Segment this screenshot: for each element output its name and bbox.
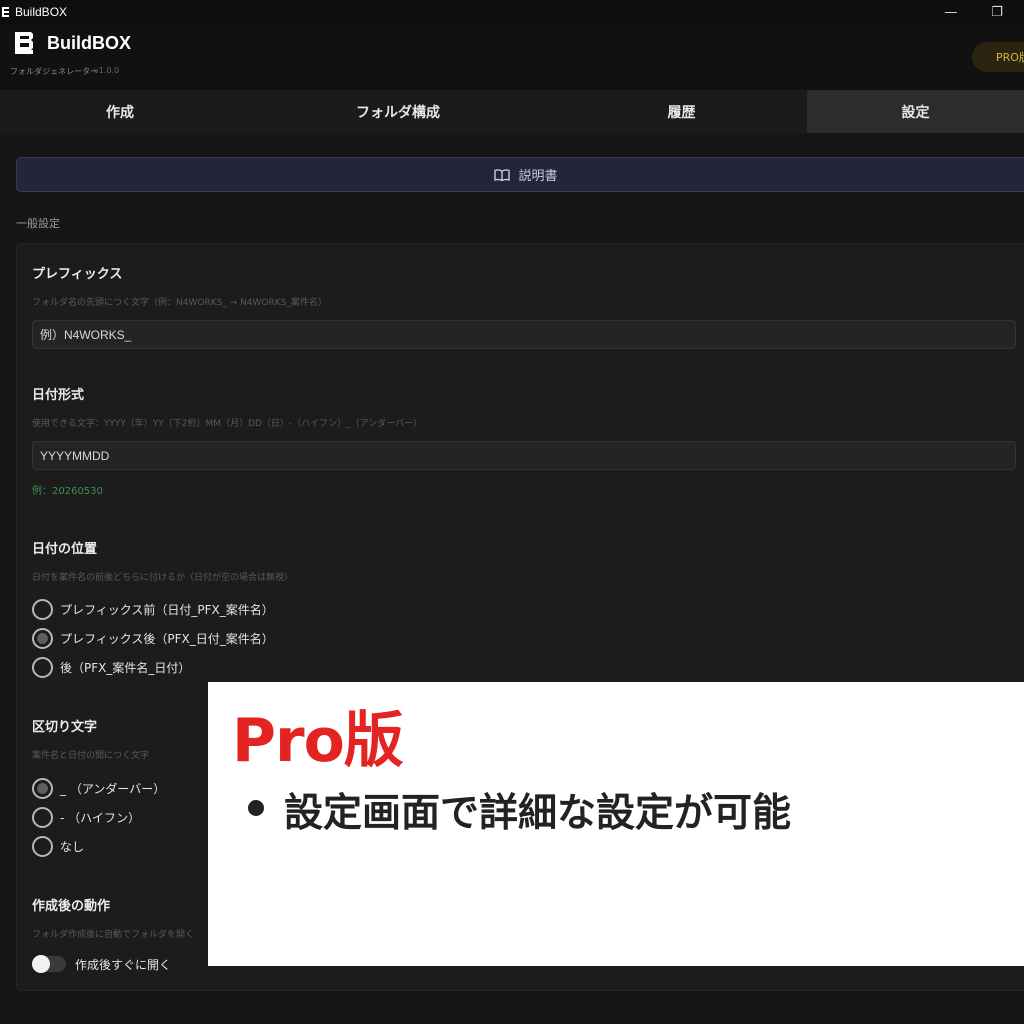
radio-label: 後（PFX_案件名_日付） (60, 660, 191, 675)
open-after-create-toggle[interactable] (32, 955, 66, 973)
bullet-dot-icon (248, 800, 264, 816)
promo-title: Pro版 (232, 706, 404, 776)
app-version: v1.0.0 (94, 66, 120, 75)
prefix-title: プレフィックス (32, 267, 123, 282)
date-position-help: 日付を案件名の前後どちらに付けるか（日付が空の場合は無視） (32, 573, 294, 583)
open-after-create-label: 作成後すぐに開く (75, 958, 172, 972)
after-create-title: 作成後の動作 (32, 899, 111, 914)
separator-option-none[interactable]: なし (32, 835, 84, 857)
radio-button-checked[interactable] (32, 777, 53, 799)
separator-option-hyphen[interactable]: - （ハイフン） (32, 806, 140, 828)
promo-bullet: 設定画面で詳細な設定が可能 (248, 782, 791, 838)
radio-label: _ （アンダーバー） (60, 781, 166, 796)
radio-label: プレフィックス後（PFX_日付_案件名） (60, 631, 274, 646)
date-format-input[interactable]: YYYYMMDD (32, 441, 1016, 470)
date-format-title: 日付形式 (32, 388, 85, 403)
manual-button[interactable]: 説明書 (16, 157, 1024, 192)
toggle-knob (32, 955, 50, 973)
main-tabs: 作成 フォルダ構成 履歴 設定 (0, 90, 1024, 133)
window-titlebar: BuildBOX — ❐ (0, 0, 1024, 24)
radio-label: なし (60, 839, 85, 854)
radio-label: プレフィックス前（日付_PFX_案件名） (60, 602, 274, 617)
radio-button[interactable] (32, 806, 53, 828)
date-format-value: YYYYMMDD (40, 448, 110, 463)
radio-button[interactable] (32, 598, 53, 620)
separator-option-underscore[interactable]: _ （アンダーバー） (32, 777, 165, 799)
date-format-help: 使用できる文字：YYYY（年）YY（下2桁）MM（月）DD（日）-（ハイフン）_… (32, 419, 423, 429)
minimize-button[interactable]: — (928, 0, 974, 24)
manual-button-label: 説明書 (518, 169, 558, 184)
prefix-help: フォルダ名の先頭につく文字（例：N4WORKS_ → N4WORKS_案件名） (32, 298, 327, 308)
separator-help: 案件名と日付の間につく文字 (32, 751, 150, 761)
app-subtitle: フォルダジェネレーター (10, 67, 99, 76)
radio-button[interactable] (32, 835, 53, 857)
date-format-example: 例：20260530 (32, 486, 103, 497)
tab-settings[interactable]: 設定 (807, 90, 1024, 133)
tab-history[interactable]: 履歴 (556, 90, 807, 133)
date-position-title: 日付の位置 (32, 542, 98, 557)
maximize-icon: ❐ (991, 4, 1003, 20)
pro-badge-button[interactable]: PRO版 (972, 42, 1024, 72)
date-position-option-before-prefix[interactable]: プレフィックス前（日付_PFX_案件名） (32, 598, 274, 620)
app-logo-icon (0, 6, 12, 18)
tab-folder-structure[interactable]: フォルダ構成 (240, 90, 556, 133)
minimize-icon: — (944, 4, 958, 20)
promo-bullet-text: 設定画面で詳細な設定が可能 (284, 791, 792, 836)
after-create-help: フォルダ作成後に自動でフォルダを開く (32, 930, 195, 940)
section-heading: 一般設定 (16, 217, 60, 230)
separator-title: 区切り文字 (32, 720, 98, 735)
maximize-button[interactable]: ❐ (974, 0, 1020, 24)
tab-create[interactable]: 作成 (0, 90, 240, 133)
date-position-option-after-prefix[interactable]: プレフィックス後（PFX_日付_案件名） (32, 627, 274, 649)
brand-logo-icon (12, 30, 36, 56)
prefix-input[interactable]: 例）N4WORKS_ (32, 320, 1016, 349)
window-title: BuildBOX (15, 5, 68, 19)
brand-name: BuildBOX (47, 33, 131, 53)
radio-label: - （ハイフン） (60, 810, 141, 825)
radio-button[interactable] (32, 656, 53, 678)
date-position-option-after[interactable]: 後（PFX_案件名_日付） (32, 656, 190, 678)
pro-badge-label: PRO版 (996, 51, 1024, 64)
book-icon (494, 168, 511, 181)
app-header: BuildBOX フォルダジェネレーター v1.0.0 PRO版 (0, 24, 1024, 90)
prefix-input-placeholder: 例）N4WORKS_ (40, 328, 132, 342)
pro-promo-overlay: Pro版 設定画面で詳細な設定が可能 (208, 682, 1024, 966)
radio-button-checked[interactable] (32, 627, 53, 649)
